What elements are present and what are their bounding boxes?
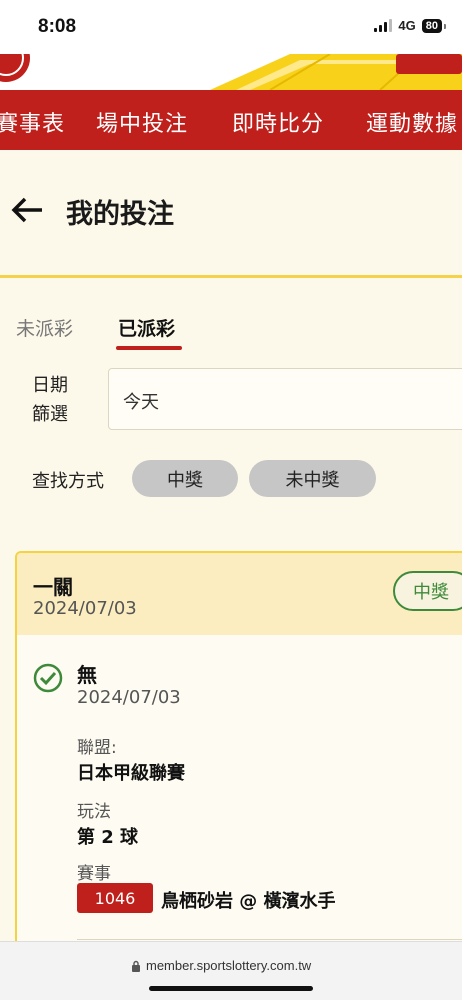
filter-chip-lose[interactable]: 未中獎 — [249, 460, 376, 497]
league-value: 日本甲級聯賽 — [77, 763, 185, 784]
date-filter-label: 日期 篩選 — [32, 375, 68, 425]
bet-card-header: 一關 2024/07/03 中獎 — [17, 553, 462, 635]
back-arrow-icon[interactable] — [10, 195, 44, 225]
bet-date: 2024/07/03 — [33, 598, 137, 619]
status-time: 8:08 — [38, 16, 77, 37]
page-title: 我的投注 — [66, 199, 174, 230]
nav-item-schedule[interactable]: 賽事表 — [0, 106, 65, 138]
home-indicator[interactable] — [149, 986, 313, 991]
main-nav: 賽事表 場中投注 即時比分 運動數據 — [0, 90, 462, 150]
match-code-badge: 1046 — [77, 883, 153, 913]
browser-url-bar[interactable]: member.sportslottery.com.tw — [0, 941, 462, 1000]
banner-graphic — [0, 54, 462, 90]
lock-icon — [132, 960, 140, 972]
nav-item-live-scores[interactable]: 即時比分 — [232, 106, 324, 138]
event-label: 賽事 — [77, 864, 111, 884]
find-method-label: 查找方式 — [32, 471, 104, 492]
bet-type: 一關 — [33, 575, 73, 599]
active-tab-indicator — [116, 346, 182, 350]
play-label: 玩法 — [77, 802, 111, 822]
tab-paid[interactable]: 已派彩 — [118, 314, 175, 341]
selection-date: 2024/07/03 — [77, 687, 181, 708]
site-banner — [0, 54, 462, 90]
url-text: member.sportslottery.com.tw — [146, 958, 312, 973]
play-value: 第 2 球 — [77, 827, 139, 848]
network-type: 4G — [398, 18, 416, 33]
signal-icon — [374, 19, 393, 32]
nav-item-sports-data[interactable]: 運動數據 — [366, 106, 458, 138]
nav-item-live-betting[interactable]: 場中投注 — [96, 106, 188, 138]
status-indicators: 4G 80 — [374, 18, 447, 33]
result-badge: 中獎 — [393, 571, 462, 611]
tab-unpaid[interactable]: 未派彩 — [16, 314, 73, 341]
match-teams: 鳥栖砂岩 @ 橫濱水手 — [161, 891, 336, 912]
league-label: 聯盟: — [77, 738, 117, 758]
status-bar: 8:08 4G 80 — [0, 0, 462, 54]
date-filter-select[interactable]: 今天 — [108, 368, 462, 430]
battery-icon: 80 — [421, 18, 447, 33]
card-divider — [77, 939, 462, 940]
date-filter-value: 今天 — [123, 392, 159, 413]
bet-card[interactable]: 一關 2024/07/03 中獎 無 2024/07/03 聯盟: 日本甲級聯賽… — [15, 551, 462, 1000]
check-circle-icon — [33, 663, 63, 693]
filter-chip-win[interactable]: 中獎 — [132, 460, 238, 497]
page-header: 我的投注 — [0, 150, 462, 278]
selection-name: 無 — [77, 663, 97, 687]
